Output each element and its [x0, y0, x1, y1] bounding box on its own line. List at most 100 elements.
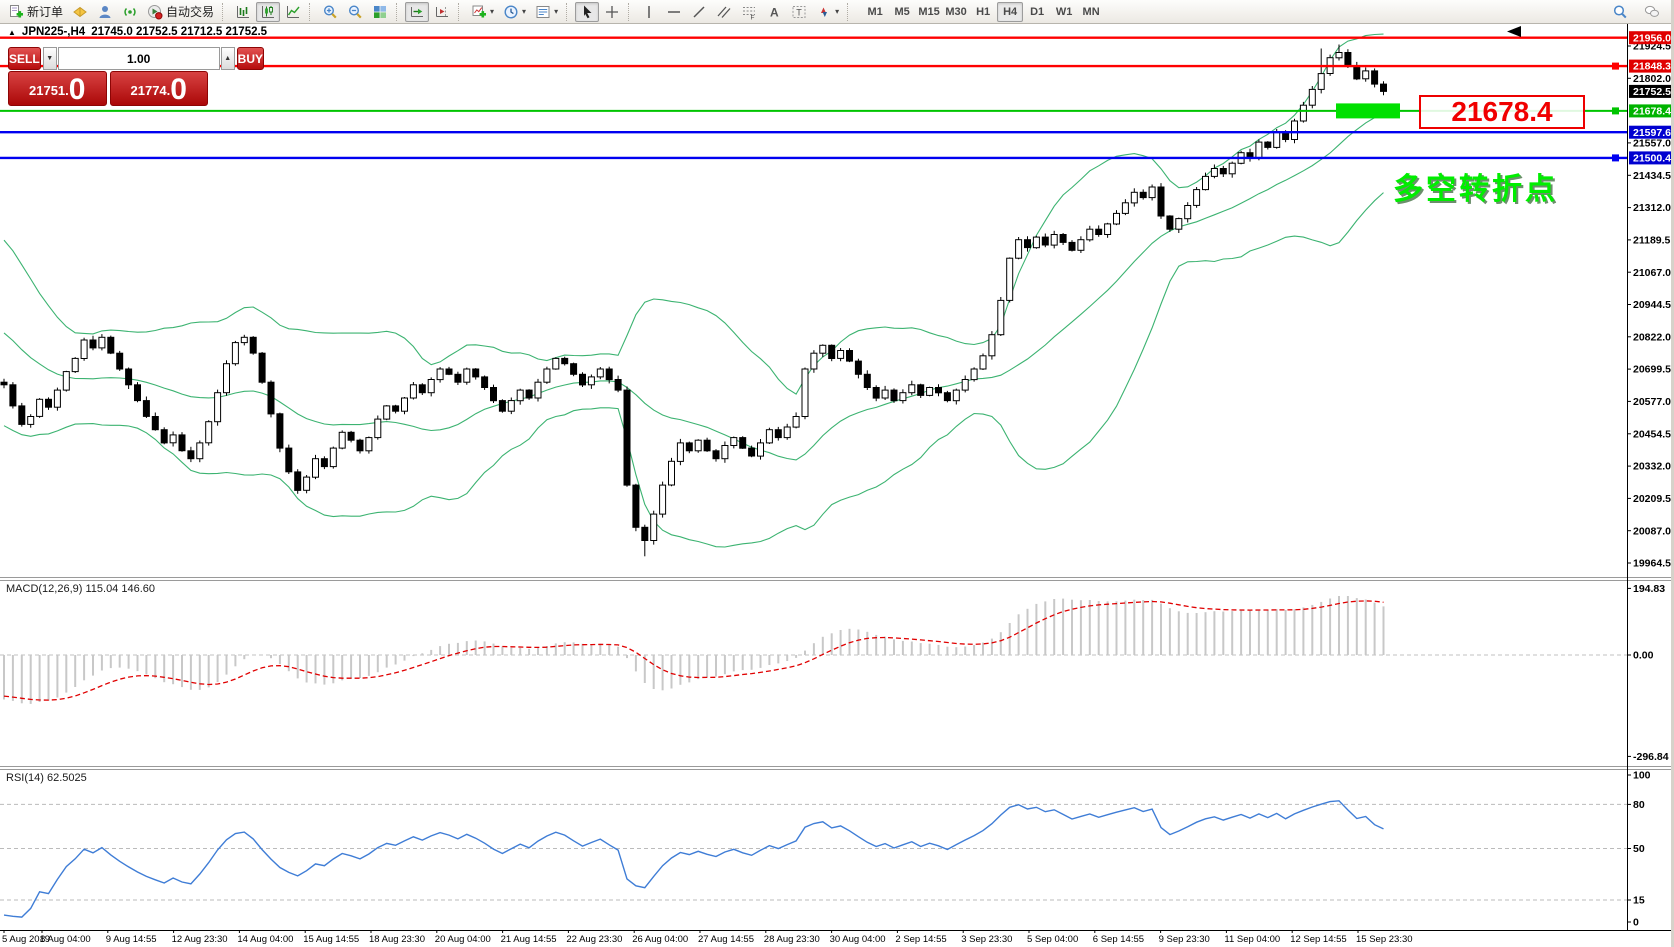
- line-chart-button[interactable]: [281, 2, 305, 22]
- timeframe-w1[interactable]: W1: [1051, 2, 1077, 22]
- new-order-icon: [10, 4, 23, 17]
- svg-text:20209.5: 20209.5: [1633, 493, 1671, 505]
- svg-text:3 Sep 23:30: 3 Sep 23:30: [961, 934, 1012, 945]
- sell-price-box[interactable]: 21751. 0: [8, 71, 107, 106]
- svg-text:20944.5: 20944.5: [1633, 299, 1671, 311]
- zoom-out-button[interactable]: [343, 2, 367, 22]
- svg-text:21848.3: 21848.3: [1633, 61, 1671, 73]
- svg-text:21597.6: 21597.6: [1633, 127, 1671, 139]
- signal-icon: [124, 7, 136, 16]
- svg-text:21500.4: 21500.4: [1633, 153, 1671, 165]
- svg-text:20699.5: 20699.5: [1633, 364, 1671, 376]
- chart-canvas[interactable]: 21924.521802.021557.021434.521312.021189…: [0, 0, 1674, 947]
- horizontal-line-button[interactable]: [662, 2, 686, 22]
- chart-shift-button[interactable]: [430, 2, 454, 22]
- tile-windows-button[interactable]: [368, 2, 392, 22]
- timeframe-h1[interactable]: H1: [970, 2, 996, 22]
- svg-text:21752.5: 21752.5: [1633, 86, 1671, 98]
- chart-title: ▲ JPN225-,H4 21745.0 21752.5 21712.5 217…: [8, 26, 267, 38]
- text-button[interactable]: A: [762, 2, 786, 22]
- new-order-button[interactable]: 新订单: [4, 2, 67, 22]
- collapse-panel-icon[interactable]: ▲: [8, 28, 16, 37]
- trendline-icon: [693, 5, 705, 18]
- bars-icon: [237, 5, 250, 18]
- periods-button[interactable]: ▾: [499, 2, 530, 22]
- buy-button[interactable]: BUY: [236, 47, 265, 70]
- svg-text:21 Aug 14:55: 21 Aug 14:55: [501, 934, 557, 945]
- autotrading-icon: [148, 4, 163, 20]
- timeframe-h4[interactable]: H4: [997, 1, 1024, 22]
- svg-text:21802.0: 21802.0: [1633, 73, 1671, 85]
- svg-text:T: T: [796, 7, 802, 17]
- sell-price-pip: 0: [68, 73, 86, 106]
- volume-input[interactable]: [57, 47, 220, 70]
- volume-decrease-button[interactable]: ▼: [42, 47, 57, 70]
- timeframe-m15[interactable]: M15: [916, 2, 942, 22]
- indicators-button[interactable]: ▾: [467, 2, 498, 22]
- toolbar-separator: [628, 2, 633, 21]
- timeframe-m30[interactable]: M30: [943, 2, 969, 22]
- data-window-button[interactable]: [93, 2, 117, 22]
- chart-shift-icon: [436, 6, 449, 17]
- svg-text:15 Sep 23:30: 15 Sep 23:30: [1356, 934, 1413, 945]
- volume-increase-button[interactable]: ▲: [220, 47, 235, 70]
- timeframe-m1[interactable]: M1: [862, 2, 888, 22]
- cursor-button[interactable]: [575, 1, 600, 22]
- svg-text:22 Aug 23:30: 22 Aug 23:30: [566, 934, 622, 945]
- auto-scroll-button[interactable]: [405, 1, 430, 22]
- text-label-button[interactable]: T: [787, 2, 811, 22]
- svg-text:A: A: [770, 5, 779, 19]
- text-a-icon: A: [770, 5, 779, 19]
- mt4-window: 新订单 自动交易 ▾ ▾ ▾ F A T ▾ M1 M5 M15 M30 H1 H4 D1 W1 MN 21924…: [0, 0, 1674, 947]
- channel-icon: [717, 6, 731, 18]
- sell-button[interactable]: SELL: [8, 47, 41, 70]
- svg-text:12 Sep 14:55: 12 Sep 14:55: [1290, 934, 1347, 945]
- timeframe-bar: M1 M5 M15 M30 H1 H4 D1 W1 MN: [862, 1, 1104, 22]
- macd-indicator-label: MACD(12,26,9) 115.04 146.60: [6, 583, 155, 595]
- toolbar-right: [1608, 2, 1670, 22]
- timeframe-d1[interactable]: D1: [1024, 2, 1050, 22]
- svg-text:20822.0: 20822.0: [1633, 331, 1671, 343]
- svg-text:50: 50: [1633, 843, 1645, 855]
- buy-price-box[interactable]: 21774. 0: [109, 71, 208, 106]
- text-t-icon: T: [792, 5, 806, 18]
- autotrading-button[interactable]: 自动交易: [143, 2, 218, 22]
- timeframe-mn[interactable]: MN: [1078, 2, 1104, 22]
- svg-text:20577.0: 20577.0: [1633, 396, 1671, 408]
- signals-button[interactable]: [118, 2, 142, 22]
- market-watch-button[interactable]: [68, 2, 92, 22]
- crosshair-button[interactable]: [600, 2, 624, 22]
- line-icon: [287, 5, 300, 18]
- fibo-icon: F: [743, 6, 756, 20]
- svg-text:20 Aug 04:00: 20 Aug 04:00: [435, 934, 491, 945]
- buy-price-pip: 0: [170, 73, 187, 106]
- bar-chart-button[interactable]: [231, 2, 255, 22]
- svg-text:21067.0: 21067.0: [1633, 267, 1671, 279]
- svg-text:19964.5: 19964.5: [1633, 558, 1671, 570]
- svg-text:8 Aug 04:00: 8 Aug 04:00: [40, 934, 91, 945]
- chat-button[interactable]: [1640, 2, 1664, 22]
- rsi-indicator-label: RSI(14) 62.5025: [6, 772, 87, 784]
- sell-price: 21751.: [29, 83, 69, 98]
- vertical-line-button[interactable]: [637, 2, 661, 22]
- volume-stepper: ▼ ▲: [42, 47, 235, 70]
- svg-text:21189.5: 21189.5: [1633, 235, 1671, 247]
- svg-text:18 Aug 23:30: 18 Aug 23:30: [369, 934, 425, 945]
- templates-button[interactable]: ▾: [531, 2, 562, 22]
- zoom-in-button[interactable]: [318, 2, 342, 22]
- chart-background: [0, 24, 1674, 947]
- toolbar-separator: [396, 2, 401, 21]
- toolbar-separator: [458, 2, 463, 21]
- svg-text:0: 0: [1633, 917, 1639, 929]
- fibonacci-button[interactable]: F: [737, 2, 761, 22]
- search-button[interactable]: [1608, 2, 1632, 22]
- svg-text:28 Aug 23:30: 28 Aug 23:30: [764, 934, 820, 945]
- svg-text:F: F: [751, 14, 755, 20]
- timeframe-m5[interactable]: M5: [889, 2, 915, 22]
- trendline-button[interactable]: [687, 2, 711, 22]
- crosshair-icon: [606, 5, 619, 18]
- arrows-button[interactable]: ▾: [812, 2, 843, 22]
- candlestick-chart-button[interactable]: [256, 1, 281, 22]
- channel-button[interactable]: [712, 2, 736, 22]
- template-icon: [536, 5, 550, 18]
